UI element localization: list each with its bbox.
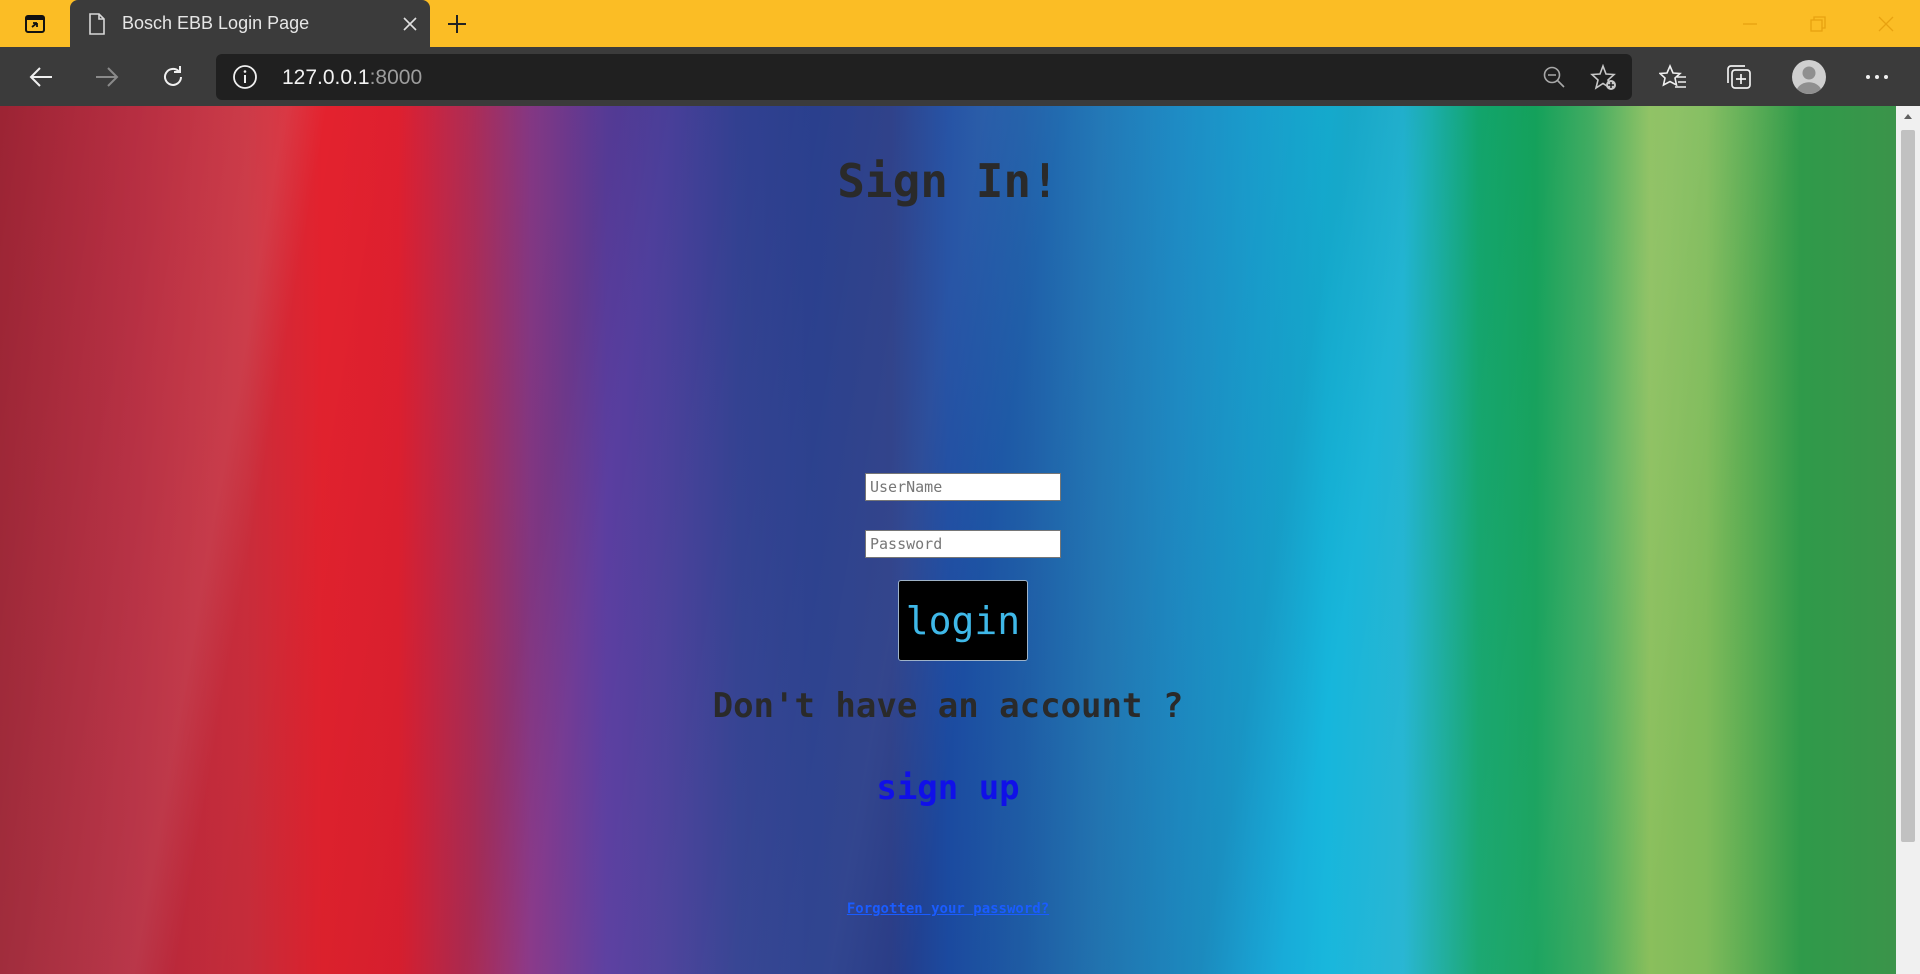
- profile-button[interactable]: [1786, 54, 1832, 100]
- collections-icon: [1727, 65, 1751, 89]
- url-port: :8000: [369, 66, 423, 89]
- page-title: Sign In!: [837, 154, 1059, 208]
- login-form: Sign In! login Don't have an account ? s…: [0, 106, 1896, 974]
- back-arrow-icon: [29, 67, 52, 87]
- tab-actions-button[interactable]: [0, 0, 70, 47]
- close-icon: [403, 16, 417, 31]
- forgot-password-link[interactable]: Forgotten your password?: [847, 901, 1049, 917]
- signup-link[interactable]: sign up: [0, 768, 1896, 808]
- restore-button[interactable]: [1784, 0, 1852, 47]
- page-scrollbar[interactable]: [1896, 106, 1920, 974]
- collections-button[interactable]: [1716, 54, 1762, 100]
- tab-actions-icon: [25, 14, 45, 33]
- more-button[interactable]: [1854, 54, 1900, 100]
- tab-close-button[interactable]: [390, 4, 430, 44]
- url-host: 127.0.0.1: [282, 66, 370, 89]
- favorites-icon: [1659, 63, 1686, 88]
- forgot-password-container: Forgotten your password?: [0, 901, 1896, 917]
- login-button[interactable]: login: [898, 580, 1028, 661]
- refresh-icon: [164, 66, 182, 86]
- browser-title-bar: Bosch EBB Login Page: [0, 0, 1920, 47]
- plus-icon: [448, 14, 466, 33]
- username-input[interactable]: [865, 473, 1061, 501]
- no-account-text: Don't have an account ?: [712, 686, 1184, 726]
- restore-icon: [1810, 15, 1826, 32]
- minimize-icon: [1743, 22, 1757, 25]
- window-close-icon: [1878, 16, 1894, 31]
- url-text[interactable]: 127.0.0.1:8000: [282, 66, 422, 90]
- back-button[interactable]: [18, 54, 64, 100]
- scroll-up-button[interactable]: [1896, 106, 1920, 126]
- profile-icon: [1792, 60, 1826, 94]
- info-icon[interactable]: [232, 64, 258, 90]
- password-input[interactable]: [865, 530, 1061, 558]
- scrollbar-thumb[interactable]: [1901, 130, 1915, 842]
- chevron-up-icon: [1904, 114, 1912, 119]
- window-close-button[interactable]: [1852, 0, 1920, 47]
- browser-toolbar: 127.0.0.1:8000: [0, 47, 1920, 106]
- tab-title: Bosch EBB Login Page: [122, 13, 310, 33]
- favorites-button[interactable]: [1650, 54, 1696, 100]
- forward-button[interactable]: [84, 54, 130, 100]
- address-bar[interactable]: 127.0.0.1:8000: [216, 54, 1632, 100]
- page-background: Sign In! login Don't have an account ? s…: [0, 106, 1896, 974]
- refresh-button[interactable]: [150, 54, 196, 100]
- zoom-out-icon[interactable]: [1542, 65, 1566, 89]
- browser-tab[interactable]: Bosch EBB Login Page: [70, 0, 430, 47]
- forward-arrow-icon: [96, 67, 119, 87]
- minimize-button[interactable]: [1716, 0, 1784, 47]
- new-tab-button[interactable]: [432, 0, 482, 47]
- star-plus-icon[interactable]: [1590, 64, 1618, 92]
- more-icon: [1866, 75, 1888, 79]
- page-icon: [89, 12, 105, 35]
